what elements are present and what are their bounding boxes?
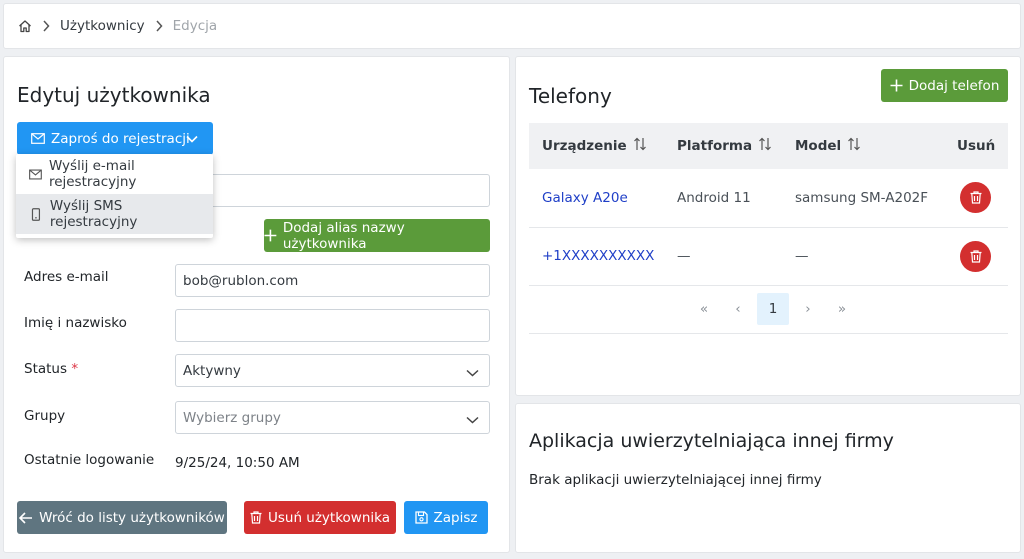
device-link[interactable]: Galaxy A20e xyxy=(542,190,628,206)
first-page-button[interactable]: « xyxy=(687,301,721,317)
status-label: Status * xyxy=(24,361,79,377)
back-button-label: Wróć do listy użytkowników xyxy=(39,509,225,526)
device-link[interactable]: +1XXXXXXXXXX xyxy=(542,248,654,264)
apps-title: Aplikacja uwierzytelniająca innej firmy xyxy=(529,430,894,452)
chevron-down-icon[interactable] xyxy=(177,122,213,155)
username-field[interactable] xyxy=(175,174,490,207)
chevron-right-icon xyxy=(42,20,50,32)
send-email-item[interactable]: Wyślij e-mail rejestracyjny xyxy=(16,154,213,194)
save-icon xyxy=(414,511,428,524)
phones-title: Telefony xyxy=(529,84,612,108)
phones-table: Urządzenie Platforma Model Usuń Galaxy A… xyxy=(529,123,1008,286)
breadcrumb: Użytkownicy Edycja xyxy=(3,3,1021,49)
apps-empty-text: Brak aplikacji uwierzytelniającej innej … xyxy=(529,472,822,488)
groups-select[interactable]: Wybierz grupy xyxy=(175,401,490,434)
last-login-value: 9/25/24, 10:50 AM xyxy=(175,455,300,471)
delete-user-label: Usuń użytkownika xyxy=(267,509,391,526)
add-alias-label: Dodaj alias nazwy użytkownika xyxy=(282,219,405,252)
divider xyxy=(529,333,1008,334)
mail-icon xyxy=(31,133,45,144)
chevron-down-icon xyxy=(466,365,479,381)
chevron-right-icon xyxy=(155,20,163,32)
trash-icon xyxy=(250,511,262,524)
sort-icon[interactable] xyxy=(633,137,647,155)
column-header-device[interactable]: Urządzenie xyxy=(529,123,664,169)
platform-cell: — xyxy=(664,227,782,286)
plus-icon xyxy=(264,229,277,242)
sort-icon[interactable] xyxy=(758,137,772,155)
page-title: Edytuj użytkownika xyxy=(17,83,211,107)
add-phone-label: Dodaj telefon xyxy=(908,77,1000,94)
third-party-apps-panel: Aplikacja uwierzytelniająca innej firmy … xyxy=(515,403,1021,553)
breadcrumb-current: Edycja xyxy=(172,18,218,34)
column-header-platform[interactable]: Platforma xyxy=(664,123,782,169)
add-alias-button[interactable]: Dodaj alias nazwy użytkownika xyxy=(264,219,490,252)
groups-label: Grupy xyxy=(24,408,66,424)
mail-icon xyxy=(29,169,42,179)
delete-phone-button[interactable] xyxy=(960,240,991,272)
edit-user-panel: Edytuj użytkownika Zaproś do rejestracji… xyxy=(3,56,510,553)
sort-icon[interactable] xyxy=(847,137,861,155)
email-label: Adres e-mail xyxy=(24,269,109,285)
send-sms-label: Wyślij SMS rejestracyjny xyxy=(49,198,138,230)
invite-dropdown-menu: Wyślij e-mail rejestracyjny Wyślij SMS r… xyxy=(16,154,213,238)
breadcrumb-users-link[interactable]: Użytkownicy xyxy=(60,18,145,34)
status-select[interactable]: Aktywny xyxy=(175,354,490,387)
model-cell: samsung SM-A202F xyxy=(782,169,944,228)
groups-placeholder: Wybierz grupy xyxy=(183,409,281,426)
column-header-model[interactable]: Model xyxy=(782,123,944,169)
arrow-left-icon xyxy=(19,511,33,524)
send-sms-item[interactable]: Wyślij SMS rejestracyjny xyxy=(16,194,213,234)
invite-button[interactable]: Zaproś do rejestracji xyxy=(17,122,213,155)
plus-icon xyxy=(890,79,903,92)
trash-icon xyxy=(970,249,981,263)
last-login-label: Ostatnie logowanie xyxy=(24,452,155,468)
phone-icon xyxy=(31,207,41,221)
trash-icon xyxy=(970,191,981,204)
name-label: Imię i nazwisko xyxy=(24,315,127,331)
required-marker: * xyxy=(71,361,79,377)
column-header-delete: Usuń xyxy=(944,123,1008,169)
name-field[interactable] xyxy=(175,309,490,342)
back-button[interactable]: Wróć do listy użytkowników xyxy=(17,501,227,534)
save-button[interactable]: Zapisz xyxy=(404,501,488,534)
table-row: Galaxy A20e Android 11 samsung SM-A202F xyxy=(529,169,1008,228)
invite-button-label: Zaproś do rejestracji xyxy=(51,130,190,147)
page-1-button[interactable]: 1 xyxy=(757,293,789,325)
last-page-button[interactable]: » xyxy=(825,301,859,317)
status-value: Aktywny xyxy=(183,362,241,379)
delete-phone-button[interactable] xyxy=(960,182,991,214)
table-row: +1XXXXXXXXXX — — xyxy=(529,227,1008,286)
email-field[interactable]: bob@rublon.com xyxy=(175,264,490,297)
home-icon[interactable] xyxy=(18,19,32,33)
chevron-down-icon xyxy=(466,412,479,428)
pagination: « ‹ 1 › » xyxy=(687,293,859,325)
model-cell: — xyxy=(782,227,944,286)
prev-page-button[interactable]: ‹ xyxy=(721,301,755,317)
save-label: Zapisz xyxy=(433,509,478,526)
phones-panel: Telefony Dodaj telefon Urządzenie Platfo… xyxy=(515,56,1021,396)
add-phone-button[interactable]: Dodaj telefon xyxy=(881,69,1008,102)
delete-user-button[interactable]: Usuń użytkownika xyxy=(244,501,396,534)
platform-cell: Android 11 xyxy=(664,169,782,228)
send-email-label: Wyślij e-mail rejestracyjny xyxy=(48,158,137,190)
next-page-button[interactable]: › xyxy=(791,301,825,317)
